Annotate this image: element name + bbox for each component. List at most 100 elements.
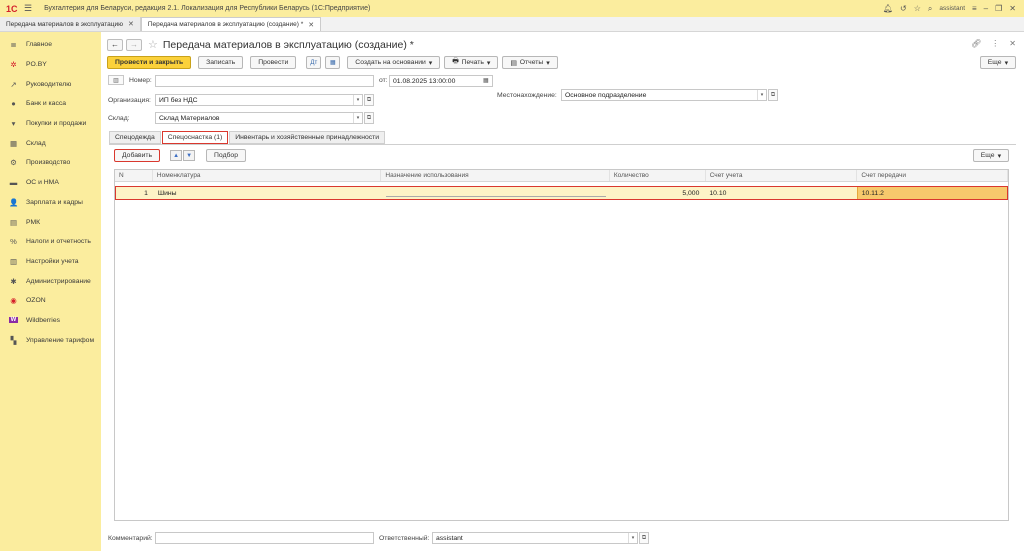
bell-icon[interactable]: 🔔︎: [883, 4, 893, 13]
column-header-n[interactable]: N: [115, 170, 153, 181]
open-organization-icon[interactable]: ⧉: [364, 94, 374, 106]
sidebar-item-fixed-assets[interactable]: ▬ ОС и НМА: [0, 173, 101, 193]
warehouse-value: Склад Материалов: [159, 114, 220, 122]
forward-button[interactable]: →: [126, 38, 142, 51]
purpose-input[interactable]: [385, 190, 606, 197]
location-label: Местонахождение:: [497, 92, 557, 99]
number-field[interactable]: [155, 75, 374, 87]
cell-purpose[interactable]: [382, 187, 610, 199]
comment-field[interactable]: [155, 532, 374, 544]
pick-button[interactable]: Подбор: [206, 149, 246, 162]
cell-n[interactable]: 1: [116, 187, 154, 199]
add-button[interactable]: Добавить: [114, 149, 161, 162]
ozon-icon: ◉: [10, 296, 17, 306]
table-row[interactable]: 1 Шины 5,000 10.10 10.11.2: [115, 186, 1008, 200]
calendar-icon[interactable]: ▦: [483, 77, 491, 85]
sidebar-item-sales[interactable]: ▾ Покупки и продажи: [0, 114, 101, 134]
column-header-transfer-account[interactable]: Счет передачи: [857, 170, 1008, 181]
save-button[interactable]: Записать: [198, 56, 244, 69]
cell-quantity[interactable]: 5,000: [610, 187, 706, 199]
sidebar-item-poby[interactable]: ✲ PO.BY: [0, 55, 101, 75]
coin-icon: ●: [11, 99, 16, 109]
close-tab-icon[interactable]: ✕: [308, 21, 314, 29]
print-button[interactable]: 🖶 Печать ▾: [444, 56, 499, 69]
restore-icon[interactable]: ❐: [995, 4, 1002, 13]
window-tab-label: Передача материалов в эксплуатацию (созд…: [147, 21, 304, 28]
column-header-nomenclature[interactable]: Номенклатура: [153, 170, 382, 181]
settings-icon: ▥: [9, 256, 18, 266]
reports-button[interactable]: ▤ Отчеты ▾: [502, 56, 558, 69]
search-icon[interactable]: ⌕: [928, 4, 932, 14]
sidebar-item-settings[interactable]: ▥ Настройки учета: [0, 252, 101, 272]
menu-icon[interactable]: ☰: [24, 3, 32, 14]
dropdown-icon[interactable]: ▾: [353, 113, 362, 123]
cell-nomenclature[interactable]: Шины: [154, 187, 382, 199]
sidebar-item-production[interactable]: ⚙ Производство: [0, 153, 101, 173]
comment-label: Комментарий:: [108, 535, 153, 542]
star-icon[interactable]: ☆: [914, 4, 921, 13]
sidebar-item-salary[interactable]: 👤 Зарплата и кадры: [0, 193, 101, 213]
sidebar-item-ozon[interactable]: ◉ OZON: [0, 291, 101, 311]
settings-menu-icon[interactable]: ≡: [972, 4, 977, 13]
location-field[interactable]: Основное подразделение ▾: [561, 89, 767, 101]
post-and-close-button[interactable]: Провести и закрыть: [107, 56, 192, 69]
user-name[interactable]: assistant: [939, 5, 965, 12]
sidebar: ≣ Главное ✲ PO.BY ↗ Руководителю ● Банк и ка…: [0, 32, 101, 551]
minimize-icon[interactable]: –: [984, 4, 988, 13]
column-header-account[interactable]: Счет учета: [706, 170, 858, 181]
dropdown-icon[interactable]: ▾: [757, 90, 766, 100]
sidebar-item-wildberries[interactable]: W Wildberries: [0, 311, 101, 331]
post-button[interactable]: Провести: [250, 56, 297, 69]
organization-field[interactable]: ИП без НДС ▾: [155, 94, 363, 106]
history-icon[interactable]: ↺: [900, 4, 907, 13]
arrow-left-icon: ←: [111, 40, 119, 49]
create-based-on-button[interactable]: Создать на основании ▾: [347, 56, 441, 69]
window-tab-create[interactable]: Передача материалов в эксплуатацию (созд…: [140, 17, 322, 31]
document-form: ← → ☆ Передача материалов в эксплуатацию…: [101, 32, 1024, 551]
print-label: Печать: [461, 59, 484, 66]
number-edit-icon[interactable]: ▥: [108, 75, 124, 85]
open-responsible-icon[interactable]: ⧉: [639, 532, 649, 544]
tab-workwear[interactable]: Спецодежда: [109, 131, 161, 144]
sidebar-item-rmk[interactable]: ▤ РМК: [0, 212, 101, 232]
sidebar-item-admin[interactable]: ✱ Администрирование: [0, 271, 101, 291]
window-tab-list[interactable]: Передача материалов в эксплуатацию ✕: [0, 17, 141, 31]
tab-special-tooling[interactable]: Спецоснастка (1): [161, 131, 229, 144]
close-tab-icon[interactable]: ✕: [128, 20, 134, 28]
sidebar-item-warehouse[interactable]: ▦ Склад: [0, 133, 101, 153]
sidebar-item-label: РМК: [26, 218, 41, 226]
responsible-field[interactable]: assistant ▾: [432, 532, 638, 544]
chevron-down-icon: ▾: [428, 59, 433, 67]
favorite-star-icon[interactable]: ☆: [148, 38, 158, 51]
open-location-icon[interactable]: ⧉: [768, 89, 778, 101]
more-button[interactable]: Еще ▾: [979, 56, 1016, 69]
close-form-icon[interactable]: ✕: [1009, 39, 1016, 48]
cell-account[interactable]: 10.10: [705, 187, 856, 199]
date-field[interactable]: 01.08.2025 13:00:00 ▦: [389, 75, 493, 87]
sidebar-item-taxes[interactable]: % Налоги и отчетность: [0, 232, 101, 252]
close-icon[interactable]: ✕: [1009, 4, 1016, 13]
warehouse-field[interactable]: Склад Материалов ▾: [155, 112, 363, 124]
cell-transfer-account[interactable]: 10.11.2: [856, 187, 1007, 199]
back-button[interactable]: ←: [107, 38, 123, 51]
column-header-quantity[interactable]: Количество: [610, 170, 706, 181]
sidebar-item-bank[interactable]: ● Банк и касса: [0, 94, 101, 114]
list-icon: ≣: [10, 40, 17, 50]
structure-icon[interactable]: ▦: [325, 56, 341, 69]
sidebar-item-manager[interactable]: ↗ Руководителю: [0, 74, 101, 94]
dropdown-icon[interactable]: ▾: [628, 533, 637, 543]
link-icon[interactable]: 🔗︎: [971, 39, 981, 48]
tab-inventory[interactable]: Инвентарь и хозяйственные принадлежности: [229, 131, 386, 144]
sidebar-item-tariff[interactable]: ▚ Управление тарифом: [0, 330, 101, 350]
sidebar-item-label: Руководителю: [26, 80, 72, 88]
sidebar-item-label: Wildberries: [26, 316, 60, 324]
move-up-button[interactable]: ▲: [170, 150, 183, 161]
more-vertical-icon[interactable]: ⋮: [991, 39, 999, 48]
dropdown-icon[interactable]: ▾: [353, 95, 362, 105]
move-down-button[interactable]: ▼: [183, 150, 196, 161]
open-warehouse-icon[interactable]: ⧉: [364, 112, 374, 124]
table-more-button[interactable]: Еще ▾: [972, 149, 1009, 162]
sidebar-item-main[interactable]: ≣ Главное: [0, 35, 101, 55]
debit-credit-icon[interactable]: Дт: [306, 56, 322, 69]
column-header-purpose[interactable]: Назначение использования: [381, 170, 610, 181]
